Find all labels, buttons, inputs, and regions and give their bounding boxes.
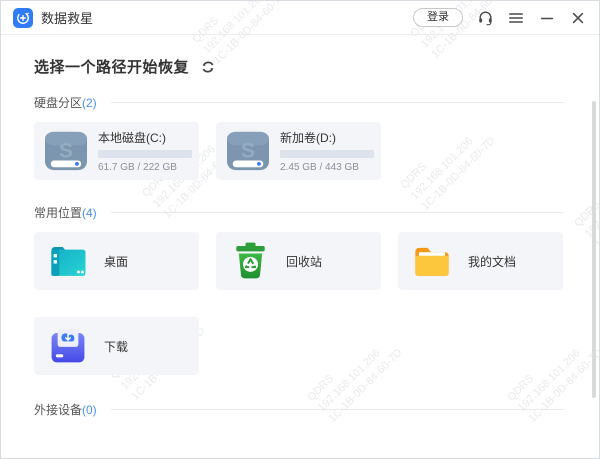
location-label: 桌面 — [104, 253, 128, 270]
titlebar: 数据救星 登录 — [1, 1, 599, 35]
svg-text:S: S — [59, 140, 73, 163]
disk-name: 本地磁盘(C:) — [98, 129, 192, 146]
app-title: 数据救星 — [41, 8, 93, 27]
section-external-count: (0) — [82, 403, 97, 417]
section-partitions-label: 硬盘分区 — [34, 94, 82, 111]
divider — [111, 212, 564, 213]
app-window: QDRS192.168.101.2061C-1B-0D-84-60-7D QDR… — [0, 0, 600, 459]
disk-usage-bar — [280, 150, 374, 158]
menu-icon[interactable] — [507, 9, 525, 27]
close-icon[interactable] — [569, 9, 587, 27]
section-common-header: 常用位置(4) — [34, 204, 564, 221]
page-title: 选择一个路径开始恢复 — [34, 56, 189, 77]
svg-text:S: S — [241, 140, 255, 163]
login-button[interactable]: 登录 — [413, 8, 463, 27]
refresh-icon[interactable] — [201, 60, 215, 74]
location-label: 回收站 — [286, 253, 322, 270]
download-icon — [47, 326, 89, 366]
section-common-count: (4) — [82, 206, 97, 220]
disk-usage-text: 61.7 GB / 222 GB — [98, 162, 192, 173]
hard-drive-icon: S — [43, 130, 89, 172]
disk-usage-bar — [98, 150, 192, 158]
section-external-header: 外接设备(0) — [34, 401, 564, 418]
divider — [111, 102, 564, 103]
section-partitions-count: (2) — [82, 96, 97, 110]
support-headset-icon[interactable] — [476, 9, 494, 27]
documents-folder-icon — [411, 241, 453, 281]
section-external-label: 外接设备 — [34, 401, 82, 418]
location-card-desktop[interactable]: 桌面 — [34, 232, 199, 290]
disk-card-c[interactable]: S 本地磁盘(C:) 61.7 GB / 222 GB — [34, 122, 199, 180]
location-label: 下载 — [104, 338, 128, 355]
disk-usage-text: 2.45 GB / 443 GB — [280, 162, 374, 173]
location-card-recycle-bin[interactable]: 回收站 — [216, 232, 381, 290]
location-card-documents[interactable]: 我的文档 — [398, 232, 563, 290]
minimize-icon[interactable] — [538, 9, 556, 27]
disk-card-d[interactable]: S 新加卷(D:) 2.45 GB / 443 GB — [216, 122, 381, 180]
location-label: 我的文档 — [468, 253, 516, 270]
recycle-bin-icon — [229, 241, 271, 281]
disk-name: 新加卷(D:) — [280, 129, 374, 146]
divider — [111, 409, 564, 410]
location-card-downloads[interactable]: 下载 — [34, 317, 199, 375]
desktop-folder-icon — [47, 241, 89, 281]
section-partitions-header: 硬盘分区(2) — [34, 94, 564, 111]
app-logo-icon — [13, 8, 33, 28]
hard-drive-icon: S — [225, 130, 271, 172]
scrollbar[interactable] — [592, 101, 596, 398]
section-common-label: 常用位置 — [34, 204, 82, 221]
